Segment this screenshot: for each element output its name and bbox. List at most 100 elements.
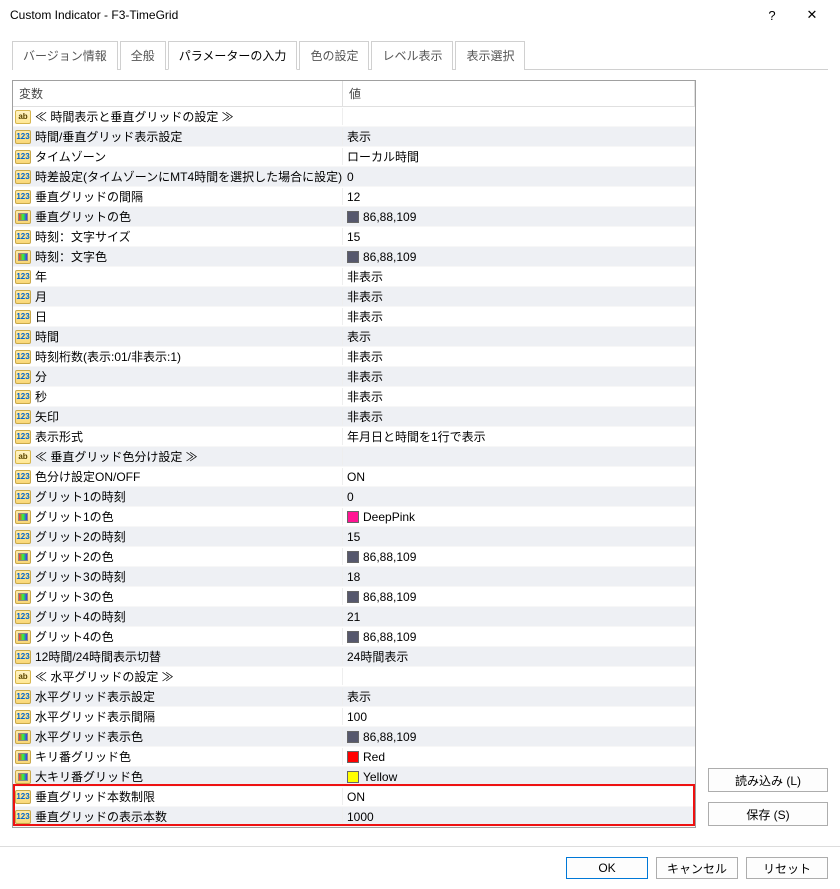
value-text: 24時間表示 (347, 648, 408, 665)
number-icon: 123 (15, 710, 31, 724)
cell-value[interactable]: DeepPink (343, 510, 695, 524)
variable-name: ≪ 時間表示と垂直グリッドの設定 ≫ (35, 108, 234, 125)
table-row[interactable]: グリット4の色86,88,109 (13, 627, 695, 647)
cell-value[interactable]: 21 (343, 610, 695, 624)
cell-value[interactable]: 18 (343, 570, 695, 584)
table-row[interactable]: 123時差設定(タイムゾーンにMT4時間を選択した場合に設定)0 (13, 167, 695, 187)
cancel-button[interactable]: キャンセル (656, 857, 738, 879)
cell-value[interactable]: ローカル時間 (343, 148, 695, 165)
table-row[interactable]: 123矢印非表示 (13, 407, 695, 427)
table-row[interactable]: 123タイムゾーンローカル時間 (13, 147, 695, 167)
variable-name: グリット3の時刻 (35, 568, 126, 585)
cell-value[interactable]: ON (343, 790, 695, 804)
table-row[interactable]: 123表示形式年月日と時間を1行で表示 (13, 427, 695, 447)
table-row[interactable]: 123水平グリッド表示設定表示 (13, 687, 695, 707)
cell-value[interactable]: 0 (343, 490, 695, 504)
ok-button[interactable]: OK (566, 857, 648, 879)
cell-value[interactable]: 表示 (343, 688, 695, 705)
cell-variable: 123日 (13, 308, 343, 325)
table-row[interactable]: ab≪ 時間表示と垂直グリッドの設定 ≫ (13, 107, 695, 127)
table-row[interactable]: 123垂直グリッドの間隔12 (13, 187, 695, 207)
table-row[interactable]: 水平グリッド表示色86,88,109 (13, 727, 695, 747)
cell-value[interactable]: 非表示 (343, 348, 695, 365)
cell-value[interactable]: 0 (343, 170, 695, 184)
table-row[interactable]: 123 グリット3の時刻 18 (13, 567, 695, 587)
reset-button[interactable]: リセット (746, 857, 828, 879)
cell-value[interactable]: 1000 (343, 810, 695, 824)
table-row[interactable]: 123グリット4の時刻21 (13, 607, 695, 627)
cell-value[interactable]: 15 (343, 530, 695, 544)
tab-2[interactable]: パラメーターの入力 (168, 41, 298, 70)
cell-value[interactable]: 非表示 (343, 368, 695, 385)
cell-value[interactable]: 24時間表示 (343, 648, 695, 665)
table-row[interactable]: 123垂直グリッド本数制限ON (13, 787, 695, 807)
variable-name: 12時間/24時間表示切替 (35, 648, 161, 665)
cell-variable: 123垂直グリッド本数制限 (13, 788, 343, 805)
tab-3[interactable]: 色の設定 (299, 41, 369, 70)
cell-value[interactable]: 非表示 (343, 388, 695, 405)
number-icon: 123 (15, 350, 31, 364)
table-row[interactable]: 時刻：文字色86,88,109 (13, 247, 695, 267)
cell-value[interactable]: 15 (343, 230, 695, 244)
cell-value[interactable]: Red (343, 750, 695, 764)
cell-value[interactable]: 86,88,109 (343, 630, 695, 644)
table-row[interactable]: 123時間表示 (13, 327, 695, 347)
help-button[interactable]: ? (752, 0, 792, 30)
table-row[interactable]: 123年非表示 (13, 267, 695, 287)
table-row[interactable]: 123グリット1の時刻0 (13, 487, 695, 507)
table-row[interactable]: ab≪ 水平グリッドの設定 ≫ (13, 667, 695, 687)
cell-variable: 123年 (13, 268, 343, 285)
table-row[interactable]: 123秒非表示 (13, 387, 695, 407)
header-value[interactable]: 値 (343, 81, 695, 106)
table-row[interactable]: 123分非表示 (13, 367, 695, 387)
cell-value[interactable]: 86,88,109 (343, 550, 695, 564)
cell-value[interactable]: 非表示 (343, 308, 695, 325)
tab-5[interactable]: 表示選択 (455, 41, 525, 70)
table-row[interactable]: グリット1の色DeepPink (13, 507, 695, 527)
table-row[interactable]: 123時刻：文字サイズ15 (13, 227, 695, 247)
tab-1[interactable]: 全般 (120, 41, 166, 70)
table-row[interactable]: グリット3の色86,88,109 (13, 587, 695, 607)
number-icon: 123 (15, 370, 31, 384)
table-row[interactable]: 123時刻桁数(表示:01/非表示:1)非表示 (13, 347, 695, 367)
cell-value[interactable]: 100 (343, 710, 695, 724)
cell-variable: 123時間/垂直グリッド表示設定 (13, 128, 343, 145)
cell-value[interactable]: 86,88,109 (343, 250, 695, 264)
header-variable[interactable]: 変数 (13, 81, 343, 106)
table-row[interactable]: 123時間/垂直グリッド表示設定表示 (13, 127, 695, 147)
table-row[interactable]: 123水平グリッド表示間隔100 (13, 707, 695, 727)
cell-value[interactable]: 86,88,109 (343, 210, 695, 224)
tab-0[interactable]: バージョン情報 (12, 41, 118, 70)
load-button[interactable]: 読み込み (L) (708, 768, 828, 792)
table-row[interactable]: 123月非表示 (13, 287, 695, 307)
table-row[interactable]: 123垂直グリッドの表示本数1000 (13, 807, 695, 827)
table-row[interactable]: 12312時間/24時間表示切替24時間表示 (13, 647, 695, 667)
table-row[interactable]: ab≪ 垂直グリッド色分け設定 ≫ (13, 447, 695, 467)
cell-value[interactable]: Yellow (343, 770, 695, 784)
cell-value[interactable]: 非表示 (343, 288, 695, 305)
cell-value[interactable]: 表示 (343, 128, 695, 145)
table-row[interactable]: 123グリット2の時刻15 (13, 527, 695, 547)
cell-value[interactable]: 非表示 (343, 408, 695, 425)
tab-4[interactable]: レベル表示 (371, 41, 453, 70)
cell-value[interactable]: 年月日と時間を1行で表示 (343, 428, 695, 445)
tab-bar: バージョン情報全般パラメーターの入力色の設定レベル表示表示選択 (12, 40, 828, 70)
table-row[interactable]: 垂直グリットの色86,88,109 (13, 207, 695, 227)
table-row[interactable]: グリット2の色86,88,109 (13, 547, 695, 567)
cell-value[interactable]: 表示 (343, 328, 695, 345)
save-button[interactable]: 保存 (S) (708, 802, 828, 826)
value-text: 86,88,109 (363, 730, 416, 744)
cell-value[interactable]: 非表示 (343, 268, 695, 285)
table-row[interactable]: 123色分け設定ON/OFFON (13, 467, 695, 487)
cell-value[interactable]: ON (343, 470, 695, 484)
cell-value[interactable]: 86,88,109 (343, 590, 695, 604)
cell-value[interactable]: 86,88,109 (343, 730, 695, 744)
table-row[interactable]: 大キリ番グリッド色 Yellow (13, 767, 695, 787)
variable-name: 大キリ番グリッド色 (35, 768, 143, 785)
cell-value[interactable]: 12 (343, 190, 695, 204)
number-icon: 123 (15, 570, 31, 584)
cell-variable: 123水平グリッド表示間隔 (13, 708, 343, 725)
table-row[interactable]: キリ番グリッド色Red (13, 747, 695, 767)
table-row[interactable]: 123日非表示 (13, 307, 695, 327)
close-button[interactable]: ✕ (792, 0, 832, 30)
